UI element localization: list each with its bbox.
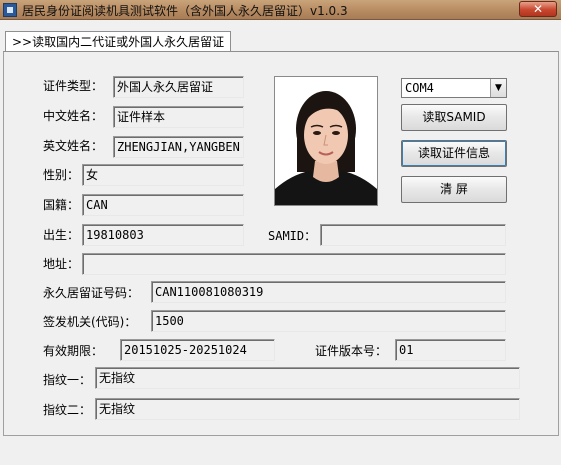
fingerprint1-label: 指纹一：: [43, 373, 92, 387]
close-button[interactable]: ✕: [519, 1, 557, 17]
chinese-name-field[interactable]: 证件样本: [113, 106, 244, 128]
version-field[interactable]: 01: [395, 339, 506, 361]
window-title: 居民身份证阅读机具测试软件（含外国人永久居留证）v1.0.3: [22, 4, 348, 18]
id-photo: [274, 76, 378, 206]
chinese-name-label: 中文姓名：: [43, 109, 104, 123]
english-name-label: 英文姓名：: [43, 139, 104, 153]
validity-field[interactable]: 20151025-20251024: [120, 339, 275, 361]
nationality-label: 国籍：: [43, 198, 80, 212]
chevron-down-icon[interactable]: ▼: [490, 79, 506, 97]
portrait-image: [275, 77, 377, 205]
english-name-field[interactable]: ZHENGJIAN,YANGBEN: [113, 136, 244, 158]
samid-field[interactable]: [320, 224, 506, 246]
clear-screen-button[interactable]: 清 屏: [401, 176, 507, 203]
title-bar: 居民身份证阅读机具测试软件（含外国人永久居留证）v1.0.3 ✕: [0, 0, 561, 20]
samid-label: SAMID：: [268, 229, 317, 243]
gender-field[interactable]: 女: [82, 164, 244, 186]
nationality-field[interactable]: CAN: [82, 194, 244, 216]
read-card-info-button[interactable]: 读取证件信息: [401, 140, 507, 167]
com-port-value: COM4: [405, 81, 434, 95]
read-samid-button[interactable]: 读取SAMID: [401, 104, 507, 131]
permit-number-field[interactable]: CAN110081080319: [151, 281, 506, 303]
fingerprint1-field[interactable]: 无指纹: [95, 367, 520, 389]
tab-read-card[interactable]: >>读取国内二代证或外国人永久居留证: [5, 31, 232, 52]
permit-number-label: 永久居留证号码：: [43, 286, 140, 300]
fingerprint2-field[interactable]: 无指纹: [95, 398, 520, 420]
cert-type-field[interactable]: 外国人永久居留证: [113, 76, 244, 98]
issuing-authority-label: 签发机关(代码)：: [43, 315, 137, 329]
version-label: 证件版本号：: [315, 344, 388, 358]
cert-type-label: 证件类型：: [43, 79, 104, 93]
app-icon: [3, 3, 17, 17]
birth-field[interactable]: 19810803: [82, 224, 244, 246]
validity-label: 有效期限：: [43, 344, 104, 358]
address-field[interactable]: [82, 253, 506, 275]
issuing-authority-field[interactable]: 1500: [151, 310, 506, 332]
gender-label: 性别：: [43, 168, 80, 182]
com-port-select[interactable]: COM4 ▼: [401, 78, 507, 98]
address-label: 地址：: [43, 257, 80, 271]
fingerprint2-label: 指纹二：: [43, 403, 92, 417]
birth-label: 出生：: [43, 228, 80, 242]
